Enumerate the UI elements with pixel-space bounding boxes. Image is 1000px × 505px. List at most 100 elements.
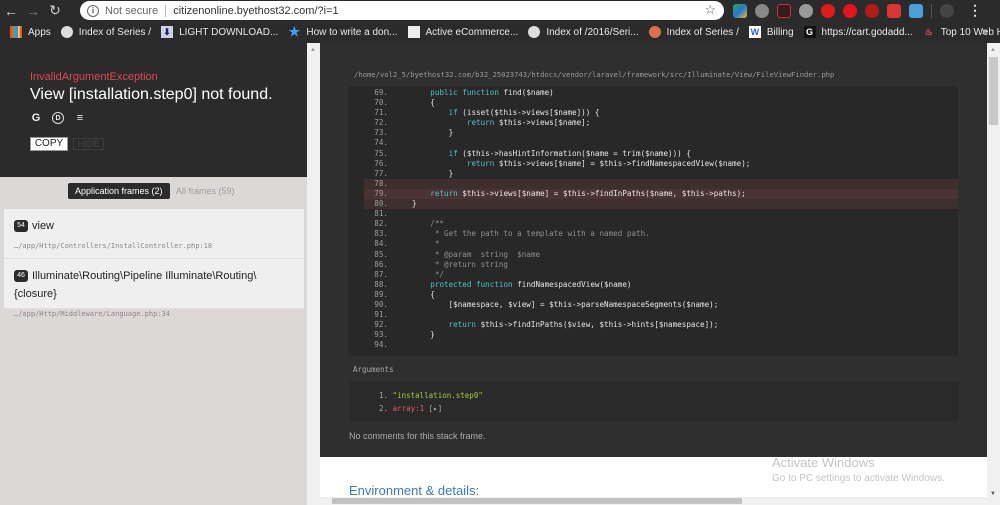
more-bookmarks-button[interactable]: »	[982, 26, 988, 38]
line-number: 88.	[374, 279, 388, 289]
line-text: if (isset($this->views[$name])) {	[448, 108, 600, 118]
hide-button[interactable]: HIDE	[73, 138, 104, 150]
line-text: }	[412, 128, 454, 138]
shield-extension-icon[interactable]	[799, 3, 813, 18]
line-text: }	[412, 330, 435, 340]
line-text: /**	[412, 219, 445, 229]
frame-list: 54 view …/app/Http/Controllers/InstallCon…	[4, 209, 304, 318]
code-line: 77. }	[348, 169, 958, 179]
globe-icon	[528, 26, 541, 38]
frame-title: view	[32, 219, 55, 232]
bookmark-apps[interactable]: Apps	[10, 26, 51, 38]
line-number: 81.	[374, 209, 388, 219]
google-search-icon[interactable]: G	[30, 112, 42, 124]
code-line: 94.	[348, 340, 958, 350]
star-icon: ★	[288, 24, 301, 39]
line-text: return $this->views[$name] = $this->find…	[466, 158, 751, 168]
left-panel-scrollbar[interactable]: ▲	[307, 43, 320, 505]
line-number: 72.	[374, 118, 388, 128]
bookmark-label: Active eCommerce...	[425, 26, 519, 38]
info-icon[interactable]: i	[87, 4, 99, 17]
back-button[interactable]: ←	[0, 0, 22, 21]
bookmark-godaddy[interactable]: G https://cart.godadd...	[803, 26, 913, 38]
copy-button[interactable]: COPY	[30, 137, 68, 151]
page-scrollbar[interactable]: ▲ ▼	[987, 43, 1000, 505]
expand-array-toggle[interactable]: [▸]	[429, 404, 443, 413]
line-number: 93.	[374, 330, 388, 340]
bird-icon	[407, 26, 420, 38]
argument-value: "installation.step0"	[392, 391, 483, 400]
search-links: G D ≡	[30, 112, 86, 124]
bookmark-index-2016[interactable]: Index of /2016/Seri...	[528, 26, 639, 38]
media-extension-icon[interactable]	[887, 3, 901, 18]
tab-application-frames[interactable]: Application frames (2)	[68, 183, 170, 199]
bookmark-star-icon[interactable]: ☆	[704, 2, 716, 18]
code-line: 74.	[348, 138, 958, 148]
pdf-extension-icon[interactable]	[777, 3, 791, 18]
url-text[interactable]: citizenonline.byethost32.com/?i=1	[173, 5, 338, 17]
bookmark-label: LIGHT DOWNLOAD...	[179, 26, 279, 38]
scroll-up-icon[interactable]: ▲	[310, 47, 316, 53]
adblock-plus-extension-icon[interactable]	[843, 3, 857, 18]
bookmark-active-ecommerce[interactable]: Active eCommerce...	[407, 26, 519, 38]
line-text: * Get the path to a template with a name…	[412, 229, 650, 239]
duckduckgo-search-icon[interactable]: D	[52, 112, 64, 124]
back-arrow-icon: ←	[4, 2, 18, 19]
line-number: 84.	[374, 239, 388, 249]
line-text: if ($this->hasHintInformation($name = tr…	[448, 148, 691, 158]
code-line: 87. */	[348, 270, 958, 280]
line-text: return $this->views[$name] = $this->find…	[430, 188, 746, 198]
reload-button[interactable]: ↻	[44, 0, 66, 21]
code-line: 92. return $this->findInPaths($view, $th…	[348, 320, 958, 330]
bookmark-index-of-series-2[interactable]: Index of Series /	[648, 26, 739, 38]
line-number: 83.	[374, 229, 388, 239]
line-text: {	[412, 289, 435, 299]
reload-icon: ↻	[49, 2, 61, 18]
scroll-down-icon[interactable]: ▼	[990, 491, 996, 497]
profile-avatar[interactable]	[940, 3, 954, 18]
code-line: 82. /**	[348, 219, 958, 229]
adblock-extension-icon[interactable]	[821, 3, 835, 18]
security-extension-icon[interactable]	[909, 3, 923, 18]
frame-comments: No comments for this stack frame.	[349, 431, 486, 441]
lightbulb-extension-icon[interactable]	[755, 3, 769, 18]
line-number: 77.	[374, 168, 388, 178]
stackoverflow-search-icon[interactable]: ≡	[74, 112, 86, 124]
line-number: 82.	[374, 219, 388, 229]
activate-windows-subtitle: Go to PC settings to activate Windows.	[772, 473, 945, 484]
exception-message: View [installation.step0] not found.	[30, 86, 273, 103]
arguments-box: 1. "installation.step0" 2. array:1 [▸]	[349, 381, 959, 421]
stack-frames-panel: InvalidArgumentException View [installat…	[0, 43, 307, 505]
address-bar[interactable]: i Not secure citizenonline.byethost32.co…	[80, 1, 724, 20]
bookmark-label: Apps	[28, 26, 51, 38]
target-extension-icon[interactable]	[865, 3, 879, 18]
file-path[interactable]: /home/vol2_5/byethost32.com/b32_25023743…	[354, 70, 834, 79]
code-panel: /home/vol2_5/byethost32.com/b32_25023743…	[320, 43, 987, 505]
horizontal-scrollbar[interactable]	[320, 497, 987, 505]
forward-button[interactable]: →	[22, 0, 44, 21]
frame-item[interactable]: 46 Illuminate\Routing\Pipeline Illuminate…	[4, 259, 304, 318]
menu-icon[interactable]: ⋮	[968, 2, 982, 19]
code-line: 85. * @param string $name	[348, 250, 958, 260]
scroll-up-icon[interactable]: ▲	[990, 47, 996, 53]
tab-all-frames[interactable]: All frames (59)	[176, 183, 235, 199]
line-text: * @return string	[412, 259, 509, 269]
bookmark-light-download[interactable]: ⬇ LIGHT DOWNLOAD...	[161, 26, 278, 38]
frame-item[interactable]: 54 view …/app/Http/Controllers/InstallCon…	[4, 209, 304, 259]
horizontal-scroll-thumb[interactable]	[332, 498, 742, 504]
bookmark-label: Index of Series /	[78, 26, 152, 38]
bookmark-top-10-web-hosting[interactable]: ♨ Top 10 Web Hostin...	[923, 26, 1000, 38]
page-scroll-thumb[interactable]	[989, 57, 998, 125]
bookmark-index-of-series[interactable]: Index of Series /	[60, 26, 152, 38]
code-line: 81.	[348, 209, 958, 219]
activate-windows-title: Activate Windows	[772, 455, 875, 470]
line-number: 78.	[374, 178, 388, 188]
apps-grid-icon	[10, 26, 22, 38]
omnibox-divider	[165, 4, 167, 17]
idm-extension-icon[interactable]	[733, 3, 747, 18]
code-line: 88. protected function findNamespacedVie…	[348, 280, 958, 290]
security-label: Not secure	[105, 4, 159, 17]
bookmark-how-to-write[interactable]: ★ How to write a don...	[288, 24, 398, 39]
line-text: }	[412, 168, 454, 178]
bookmark-billing[interactable]: W Billing	[748, 26, 794, 38]
